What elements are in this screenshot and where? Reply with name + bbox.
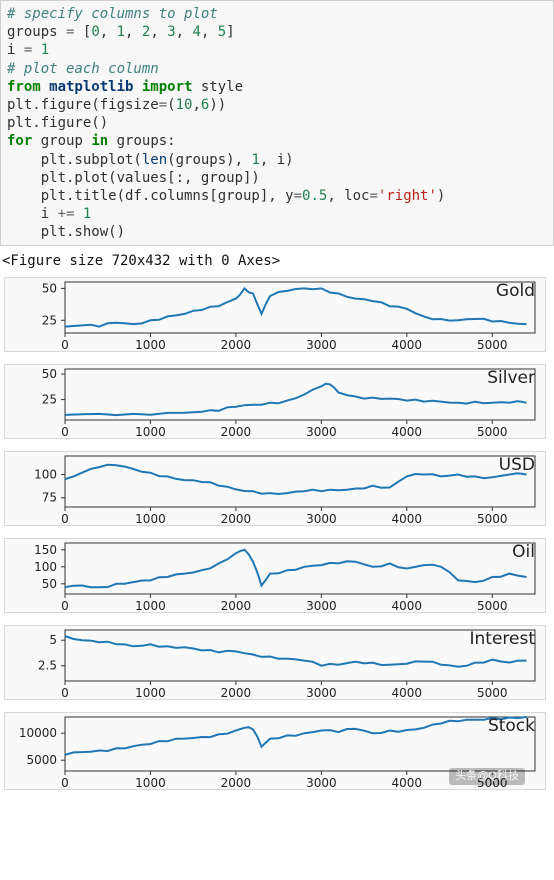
svg-text:3000: 3000 [306,599,337,613]
svg-text:0: 0 [61,599,69,613]
svg-text:25: 25 [42,313,57,327]
chart-title: Interest [469,628,535,650]
svg-text:4000: 4000 [392,776,423,790]
svg-text:50: 50 [42,367,57,381]
series-line [65,288,527,326]
code-line: for group in groups: [7,133,176,149]
charts-container: 0100020003000400050002550Gold01000200030… [0,277,554,790]
chart-title: USD [499,454,535,476]
output-text: <Figure size 720x432 with 0 Axes> [0,246,554,276]
chart-title: Stock [488,715,535,737]
svg-text:4000: 4000 [392,425,423,439]
svg-text:100: 100 [34,467,57,481]
svg-text:1000: 1000 [135,425,166,439]
code-cell: # specify columns to plot groups = [0, 1… [0,0,554,246]
code-line: from matplotlib import style [7,79,243,95]
svg-text:4000: 4000 [392,686,423,700]
svg-text:5000: 5000 [477,686,508,700]
svg-text:50: 50 [42,281,57,295]
code-line: # plot each column [7,61,159,77]
svg-text:10000: 10000 [19,726,57,740]
svg-text:4000: 4000 [392,338,423,352]
svg-text:3000: 3000 [306,512,337,526]
svg-text:3000: 3000 [306,776,337,790]
code-line: plt.figure() [7,115,108,131]
svg-text:1000: 1000 [135,776,166,790]
code-line: groups = [0, 1, 2, 3, 4, 5] [7,24,235,40]
svg-text:4000: 4000 [392,512,423,526]
code-line: # specify columns to plot [7,6,218,22]
chart-gold: 0 1000 2000 3000 4000 5000 25 50 Gold [4,277,546,352]
svg-text:3000: 3000 [306,338,337,352]
svg-text:3000: 3000 [306,425,337,439]
svg-text:0: 0 [61,776,69,790]
code-line: plt.figure(figsize=(10,6)) [7,97,226,113]
svg-text:0: 0 [61,425,69,439]
svg-text:1000: 1000 [135,338,166,352]
code-line: i += 1 [7,206,91,222]
svg-text:2000: 2000 [221,338,252,352]
svg-text:5000: 5000 [477,599,508,613]
svg-text:2.5: 2.5 [38,658,57,672]
svg-text:25: 25 [42,392,57,406]
svg-text:0: 0 [61,338,69,352]
chart-usd: 0 1000 2000 3000 4000 5000 75 100 USD [4,451,546,526]
svg-text:2000: 2000 [221,686,252,700]
code-line: plt.plot(values[:, group]) [7,170,260,186]
svg-text:2000: 2000 [221,599,252,613]
code-line: plt.show() [7,224,125,240]
code-line: i = 1 [7,42,49,58]
code-line: plt.title(df.columns[group], y=0.5, loc=… [7,188,445,204]
series-line [65,636,527,667]
series-line [65,464,527,493]
svg-text:5000: 5000 [477,425,508,439]
svg-text:5000: 5000 [477,512,508,526]
svg-text:2000: 2000 [221,425,252,439]
svg-text:3000: 3000 [306,686,337,700]
series-line [65,383,527,414]
chart-oil: 0 1000 2000 3000 4000 5000 50 100 150 Oil [4,538,546,613]
svg-text:1000: 1000 [135,686,166,700]
svg-text:75: 75 [42,490,57,504]
svg-text:1000: 1000 [135,512,166,526]
chart-stock: 010002000300040005000500010000Stock头条@Q科… [4,712,546,790]
chart-interest: 0 1000 2000 3000 4000 5000 2.5 5 Interest [4,625,546,700]
svg-text:5000: 5000 [26,753,57,767]
watermark: 头条@Q科技 [449,768,525,784]
svg-text:5000: 5000 [477,338,508,352]
chart-silver: 0 1000 2000 3000 4000 5000 25 50 Silver [4,364,546,439]
chart-title: Gold [496,280,535,302]
svg-text:1000: 1000 [135,599,166,613]
chart-title: Oil [512,541,535,563]
svg-text:5: 5 [49,633,57,647]
series-line [65,717,527,755]
svg-text:2000: 2000 [221,776,252,790]
svg-text:50: 50 [42,576,57,590]
chart-title: Silver [487,367,535,389]
svg-text:100: 100 [34,559,57,573]
svg-text:0: 0 [61,686,69,700]
code-line: plt.subplot(len(groups), 1, i) [7,152,294,168]
svg-text:4000: 4000 [392,599,423,613]
svg-text:2000: 2000 [221,512,252,526]
svg-text:0: 0 [61,512,69,526]
series-line [65,549,527,586]
svg-text:150: 150 [34,542,57,556]
